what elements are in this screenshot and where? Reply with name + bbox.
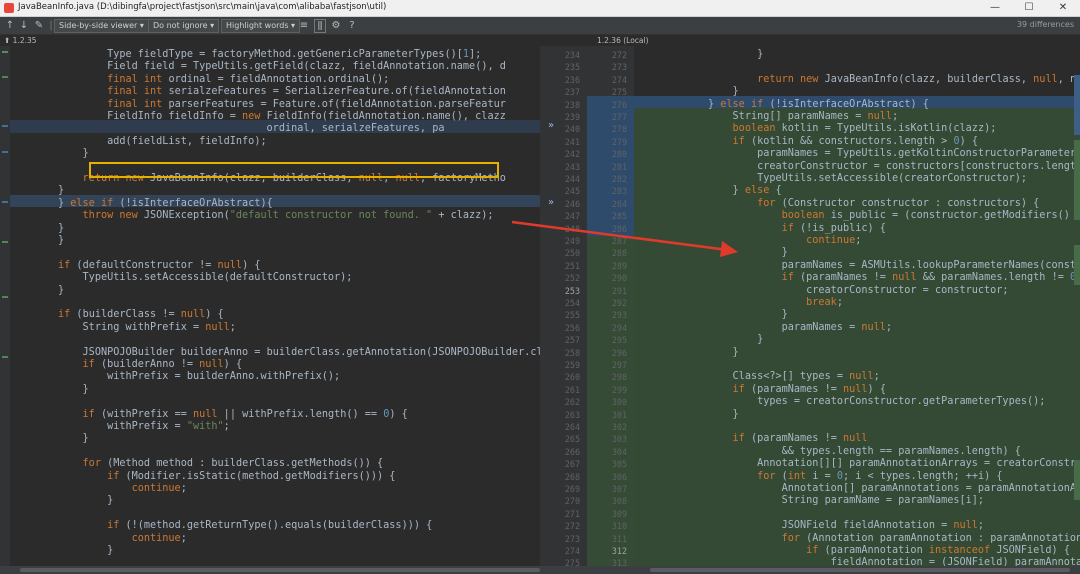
annotation-arrow: [511, 220, 738, 257]
left-scroll-thumb[interactable]: [20, 568, 540, 572]
overview-marker: [1074, 245, 1080, 285]
overview-marker: [1074, 460, 1080, 500]
overview-marker: [1074, 75, 1080, 135]
overview-marker: [1074, 140, 1080, 220]
right-scroll-thumb[interactable]: [650, 568, 1070, 572]
horizontal-scrollbar[interactable]: [0, 566, 1080, 574]
